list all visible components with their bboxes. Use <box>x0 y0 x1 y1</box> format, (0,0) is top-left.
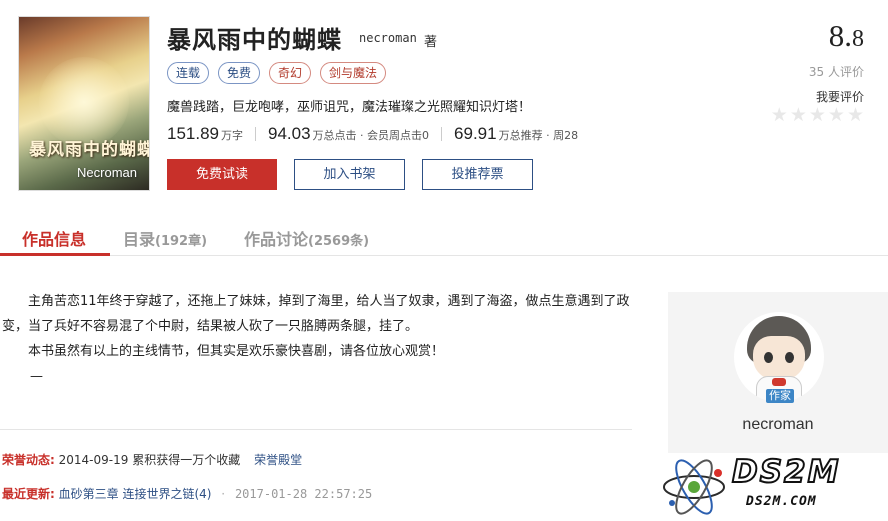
author-card-name[interactable]: necroman <box>668 416 888 434</box>
star-icon[interactable]: ★ <box>790 105 807 125</box>
book-title: 暴风雨中的蝴蝶 <box>167 26 342 54</box>
description-paragraph: 主角苦恋11年终于穿越了，还拖上了妹妹，掉到了海里，给人当了奴隶，遇到了海盗，做… <box>2 294 630 334</box>
tag-serializing[interactable]: 连载 <box>167 62 210 84</box>
star-icon[interactable]: ★ <box>847 105 864 125</box>
star-icon[interactable]: ★ <box>771 105 788 125</box>
book-stats: 151.89 万字 94.03 万总点击 · 会员周点击0 69.91 万总推荐… <box>167 124 578 144</box>
watermark-text: DS2M <box>731 453 841 491</box>
latest-update-line: 最近更新: 血砂第三章 连接世界之链(4) · 2017-01-28 22:57… <box>2 485 372 502</box>
tab-catalog-count: (192章) <box>155 234 208 249</box>
section-divider <box>0 429 632 430</box>
watermark-url: DS2M.COM <box>746 494 817 509</box>
word-count: 151.89 <box>167 124 219 143</box>
avatar-eye <box>764 352 773 363</box>
cover-author: Necroman <box>77 165 137 180</box>
free-trial-button[interactable]: 免费试读 <box>167 159 277 190</box>
tag-sword-magic[interactable]: 剑与魔法 <box>320 62 387 84</box>
star-icon[interactable]: ★ <box>809 105 826 125</box>
tab-book-info-label: 作品信息 <box>22 230 87 249</box>
cover-title: 暴风雨中的蝴蝶 <box>29 140 150 160</box>
description-paragraph: 本书虽然有以上的主线情节，但其实是欢乐豪快喜剧，请各位放心观赏！ <box>28 344 445 359</box>
watermark-logo: DS2M DS2M.COM <box>660 453 888 521</box>
tab-catalog[interactable]: 目录(192章) <box>123 226 207 250</box>
tag-free[interactable]: 免费 <box>218 62 261 84</box>
tag-list: 连载 免费 奇幻 剑与魔法 <box>167 62 387 84</box>
add-to-shelf-button[interactable]: 加入书架 <box>294 159 405 190</box>
vote-recommend-button[interactable]: 投推荐票 <box>422 159 533 190</box>
author-suffix: 著 <box>424 35 438 50</box>
author-badge: 作家 <box>766 389 794 403</box>
rating-score: 8.8 <box>829 18 864 54</box>
rating-score-int: 8. <box>828 18 852 53</box>
book-cover[interactable]: 暴风雨中的蝴蝶 Necroman <box>18 16 150 191</box>
tab-discussion[interactable]: 作品讨论(2569条) <box>244 226 369 250</box>
stat-divider <box>255 127 256 141</box>
cover-art-glow <box>39 57 129 147</box>
star-icon[interactable]: ★ <box>828 105 845 125</box>
avatar-bow <box>772 378 786 386</box>
latest-update-time: 2017-01-28 22:57:25 <box>234 487 373 501</box>
click-count-unit: 万总点击 · 会员周点击0 <box>312 129 430 142</box>
latest-chapter-link[interactable]: 血砂第三章 连接世界之链(4) <box>59 487 212 501</box>
info-tabs: 作品信息 目录(192章) 作品讨论(2569条) <box>0 222 888 256</box>
word-count-unit: 万字 <box>221 129 243 142</box>
stat-divider <box>441 127 443 141</box>
separator-dot: · <box>221 487 226 501</box>
rating-stars[interactable]: ★ ★ ★ ★ ★ <box>771 105 864 125</box>
honor-line: 荣誉动态: 2014-09-19 累积获得一万个收藏 荣誉殿堂 <box>2 451 302 468</box>
rater-count: 35 人评价 <box>808 65 864 79</box>
click-count: 94.03 <box>268 124 311 143</box>
recommend-count-unit: 万总推荐 · 周28 <box>498 129 579 142</box>
recommend-count: 69.91 <box>454 124 497 143</box>
tab-catalog-label: 目录 <box>123 230 156 249</box>
author-link[interactable]: necroman <box>359 31 417 45</box>
avatar-eye <box>785 352 794 363</box>
honor-text: 累积获得一万个收藏 <box>132 453 241 467</box>
rate-link[interactable]: 我要评价 <box>816 88 864 105</box>
tab-book-info[interactable]: 作品信息 <box>22 226 86 250</box>
active-tab-indicator <box>0 253 110 256</box>
tag-fantasy[interactable]: 奇幻 <box>269 62 312 84</box>
avatar-face <box>753 336 805 380</box>
honor-date: 2014-09-19 <box>58 453 129 467</box>
tab-discussion-count: (2569条) <box>308 234 370 249</box>
book-intro: 魔兽践踏，巨龙咆哮，巫师诅咒，魔法璀璨之光照耀知识灯塔！ <box>167 100 532 115</box>
latest-update-label: 最近更新: <box>2 487 55 501</box>
tab-discussion-label: 作品讨论 <box>244 230 309 249</box>
author-card: 作家 necroman <box>668 292 888 453</box>
description-dash: — <box>30 369 43 384</box>
honor-label: 荣誉动态: <box>2 453 55 467</box>
honor-hall-link[interactable]: 荣誉殿堂 <box>254 453 302 467</box>
book-description: 主角苦恋11年终于穿越了，还拖上了妹妹，掉到了海里，给人当了奴隶，遇到了海盗，做… <box>2 289 632 389</box>
rating-score-decimal: 8 <box>852 26 864 52</box>
atom-logo-icon <box>663 459 725 515</box>
